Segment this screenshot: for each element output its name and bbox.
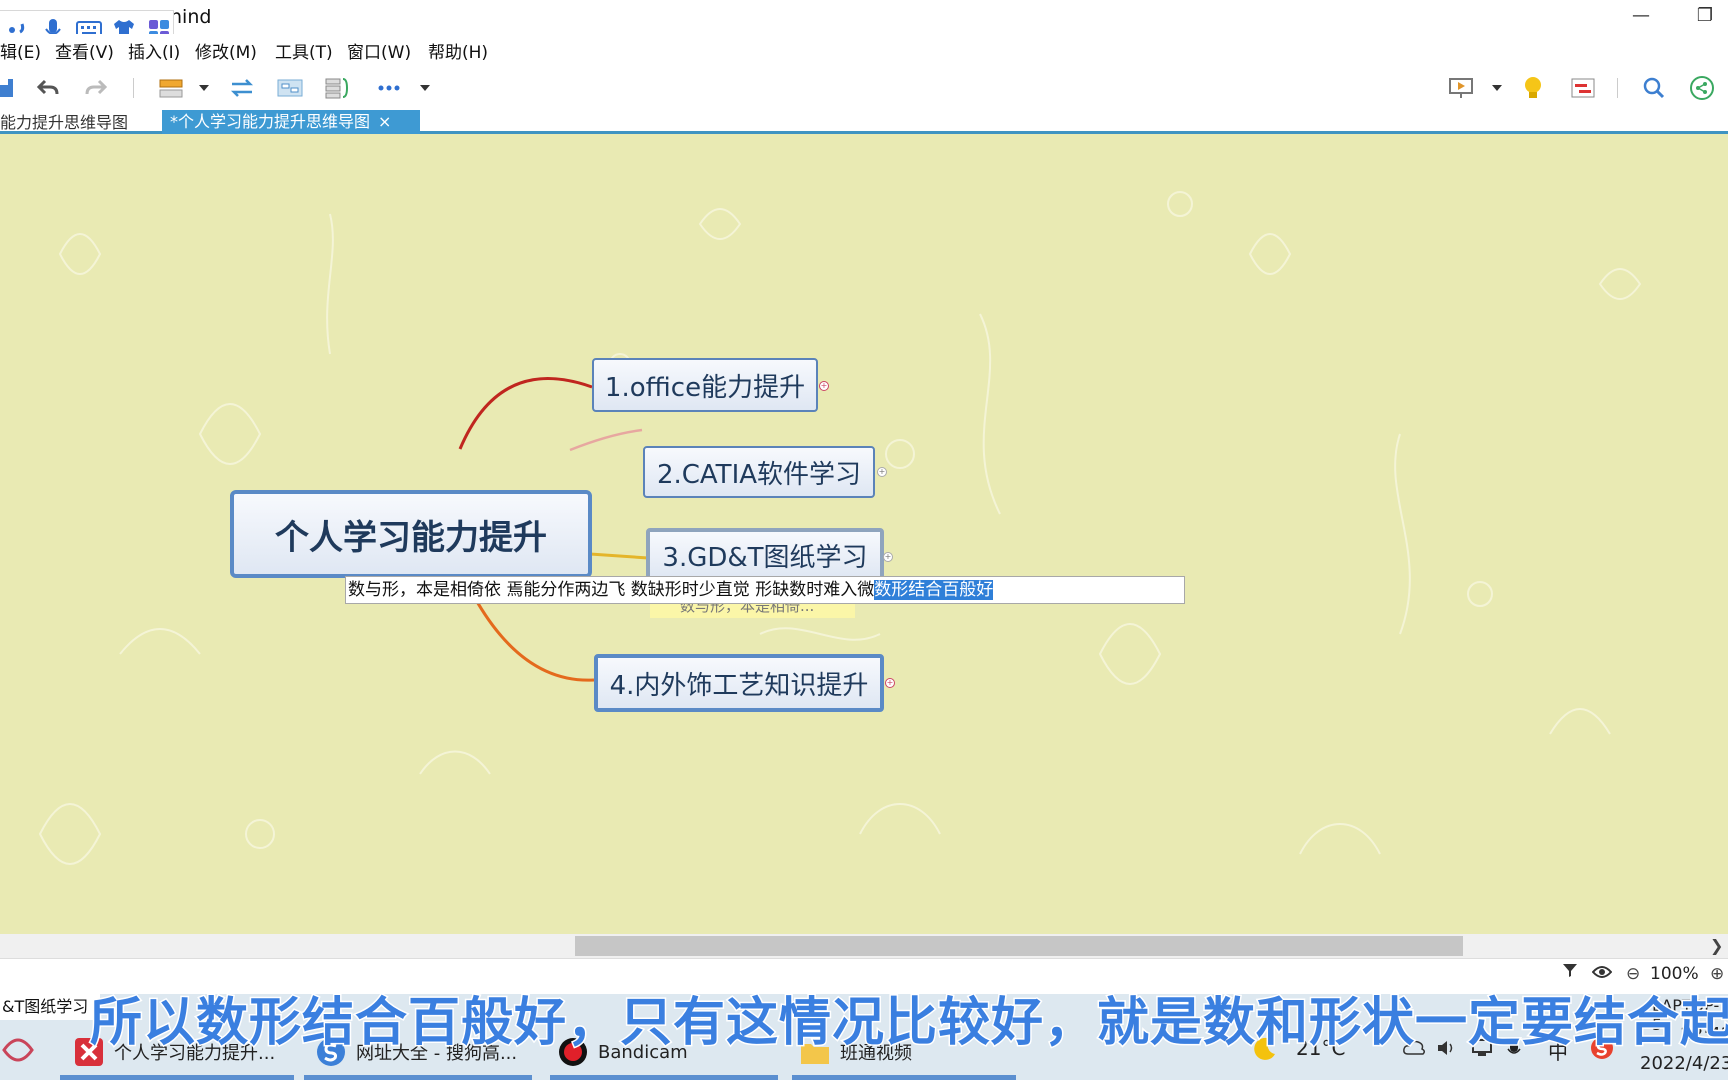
- branch-topic-1-label: 1.office能力提升: [604, 372, 806, 403]
- menu-modify[interactable]: 修改(M): [195, 38, 257, 63]
- presentation-icon[interactable]: [1445, 72, 1477, 104]
- editor-text: 数与形，本是相倚依 焉能分作两边飞 数缺形时少直觉 形缺数时难入微: [348, 580, 875, 600]
- branch-topic-3-label: 3.GD&T图纸学习: [662, 542, 868, 573]
- undo-icon[interactable]: [32, 72, 64, 104]
- menu-tools[interactable]: 工具(T): [275, 38, 333, 63]
- more-icon[interactable]: [373, 72, 405, 104]
- filter-icon[interactable]: [1562, 962, 1578, 982]
- menu-edit[interactable]: 辑(E): [0, 38, 41, 63]
- menu-bar: [0, 34, 1728, 64]
- menu-help[interactable]: 帮助(H): [428, 38, 488, 63]
- start-icon[interactable]: [0, 1030, 36, 1074]
- expand-topic-2-icon[interactable]: +: [877, 467, 887, 477]
- taskbar-running-indicator: [792, 1075, 1016, 1080]
- scrollbar-thumb[interactable]: [575, 936, 1463, 956]
- mindmap-branch-topic-1[interactable]: 1.office能力提升: [592, 358, 818, 412]
- dropdown-chevron-icon[interactable]: [188, 72, 220, 104]
- boundary-icon[interactable]: [274, 72, 306, 104]
- toolbar-separator: [133, 78, 134, 98]
- tab-active-label: *个人学习能力提升思维导图: [170, 112, 371, 131]
- mindmap-canvas[interactable]: 个人学习能力提升 1.office能力提升 + 2.CATIA软件学习 + 3.…: [0, 134, 1728, 934]
- editor-selected-text: 数形结合百般好: [874, 580, 994, 600]
- presentation-dropdown-chevron-icon[interactable]: [1481, 72, 1513, 104]
- share-icon[interactable]: [1686, 72, 1718, 104]
- selected-topic-status: &T图纸学习: [0, 994, 100, 1020]
- close-icon[interactable]: ×: [378, 112, 391, 131]
- app-window: nind — ❐ 辑(E) 查看(V) 插入(I) 修改(M) 工具(T) 窗口…: [0, 0, 1728, 1080]
- branch-topic-4-label: 4.内外饰工艺知识提升: [609, 670, 869, 701]
- title-bar: [0, 0, 1728, 34]
- video-subtitle: 所以数形结合百般好，只有这情况比较好，就是数和形状一定要结合起来: [88, 992, 1728, 1055]
- topic-text-editor[interactable]: 数与形，本是相倚依 焉能分作两边飞 数缺形时少直觉 形缺数时难入微数形结合百般好: [345, 576, 1185, 604]
- clock-date: 2022/4/23: [1640, 1053, 1728, 1074]
- taskbar-running-indicator: [304, 1075, 532, 1080]
- redo-icon[interactable]: [80, 72, 112, 104]
- gantt-icon[interactable]: [1567, 72, 1599, 104]
- scroll-right-icon[interactable]: ❯: [1710, 936, 1723, 955]
- expand-topic-1-icon[interactable]: +: [819, 381, 829, 391]
- taskbar-active-indicator: [60, 1075, 294, 1080]
- toolbar-separator-right: [1617, 78, 1618, 98]
- menu-view[interactable]: 查看(V): [55, 38, 114, 63]
- mindmap-root-topic[interactable]: 个人学习能力提升: [230, 490, 592, 578]
- taskbar-running-indicator: [550, 1075, 778, 1080]
- connector-branch-2: [569, 428, 643, 452]
- mindmap-branch-topic-2[interactable]: 2.CATIA软件学习: [643, 446, 875, 498]
- connector-branch-3: [589, 552, 649, 560]
- window-title: nind: [170, 6, 212, 28]
- brainstorm-lightbulb-icon[interactable]: [1517, 72, 1549, 104]
- tab-mindmap-active[interactable]: *个人学习能力提升思维导图 ×: [162, 110, 420, 134]
- root-topic-label: 个人学习能力提升: [275, 517, 547, 558]
- branch-topic-2-label: 2.CATIA软件学习: [656, 459, 862, 490]
- search-icon[interactable]: [1638, 72, 1670, 104]
- save-icon[interactable]: [0, 72, 20, 104]
- connector-branch-1: [458, 377, 593, 450]
- mindmap-branch-topic-4[interactable]: 4.内外饰工艺知识提升: [594, 654, 884, 712]
- expand-topic-4-icon[interactable]: +: [885, 678, 895, 688]
- expand-topic-3-icon[interactable]: +: [883, 552, 893, 562]
- menu-insert[interactable]: 插入(I): [128, 38, 180, 63]
- more-dropdown-chevron-icon[interactable]: [409, 72, 441, 104]
- minimize-icon[interactable]: —: [1618, 0, 1664, 34]
- relationship-icon[interactable]: [226, 72, 258, 104]
- menu-window[interactable]: 窗口(W): [347, 38, 411, 63]
- summary-icon[interactable]: [322, 72, 354, 104]
- mindmap-branch-topic-3[interactable]: 3.GD&T图纸学习: [646, 528, 884, 582]
- topic-icon[interactable]: [155, 72, 187, 104]
- tab-mindmap-1[interactable]: 能力提升思维导图: [0, 112, 128, 134]
- restore-icon[interactable]: ❐: [1682, 0, 1728, 34]
